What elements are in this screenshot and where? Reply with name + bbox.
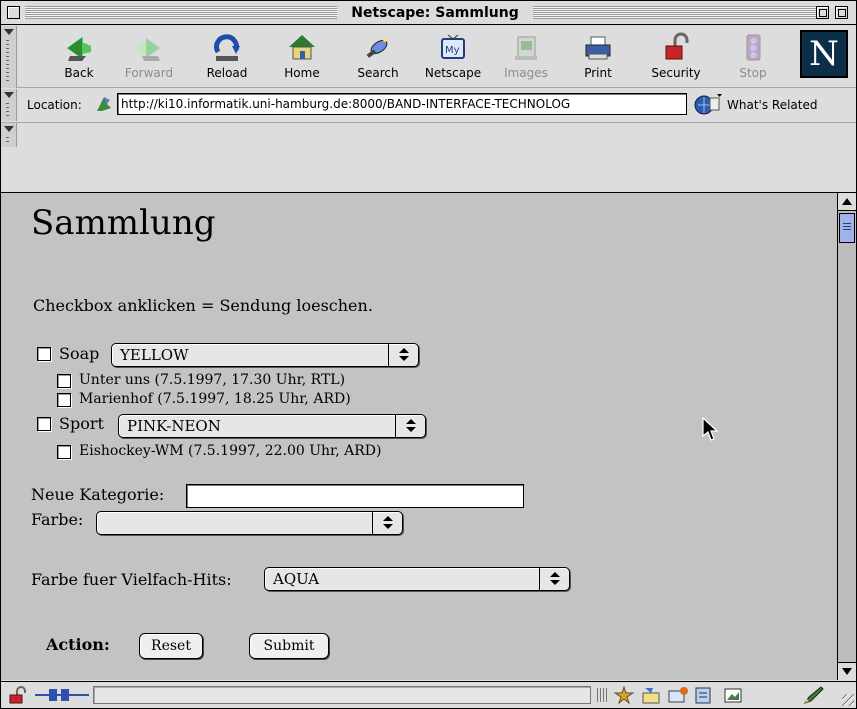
- navigation-toolbar: Back Forward Reload Home Search My Netsc…: [1, 26, 856, 88]
- color-label: Farbe:: [31, 510, 84, 529]
- editor-pen-icon[interactable]: [803, 685, 825, 705]
- back-button[interactable]: Back: [59, 30, 99, 86]
- search-button[interactable]: Search: [352, 30, 404, 86]
- select-arrows-icon: [539, 568, 569, 590]
- location-url-field[interactable]: http://ki10.informatik.uni-hamburg.de:80…: [117, 93, 687, 115]
- select-arrows-icon: [372, 512, 402, 534]
- stop-icon: [746, 34, 761, 61]
- item-checkbox-unter-uns[interactable]: [57, 374, 71, 388]
- new-category-input[interactable]: [186, 484, 524, 508]
- home-icon: [289, 35, 315, 60]
- item-label-eishockey: Eishockey-WM (7.5.1997, 22.00 Uhr, ARD): [79, 443, 382, 459]
- location-toolbar: Location: http://ki10.informatik.uni-ham…: [1, 89, 856, 121]
- mail-icon[interactable]: [641, 685, 663, 705]
- category-checkbox-sport[interactable]: [37, 417, 51, 431]
- scroll-thumb[interactable]: [839, 213, 855, 243]
- new-category-label: Neue Kategorie:: [31, 485, 165, 504]
- whats-related-icon[interactable]: [693, 93, 723, 117]
- item-checkbox-eishockey[interactable]: [57, 445, 71, 459]
- personal-collapse-tab[interactable]: [1, 123, 17, 147]
- back-arrow-icon: [67, 37, 91, 61]
- stop-button[interactable]: Stop: [735, 30, 771, 86]
- reset-button[interactable]: Reset: [139, 633, 203, 659]
- vertical-scrollbar[interactable]: [837, 192, 856, 680]
- toolbar-collapse-tab[interactable]: [1, 26, 17, 88]
- location-collapse-tab[interactable]: [1, 89, 17, 121]
- component-bar-grip[interactable]: [597, 688, 607, 702]
- personal-toolbar: [1, 122, 856, 147]
- svg-text:My: My: [445, 45, 460, 56]
- category-label-soap: Soap: [59, 344, 100, 363]
- netscape-my-icon: My: [441, 34, 465, 59]
- close-box[interactable]: [7, 6, 20, 19]
- images-icon: [515, 36, 537, 60]
- category-color-select-soap[interactable]: YELLOW: [111, 343, 419, 367]
- security-button[interactable]: Security: [645, 30, 707, 86]
- selected-color-sport: PINK-NEON: [127, 417, 221, 435]
- resize-grip[interactable]: [842, 694, 854, 706]
- security-lock-icon[interactable]: [7, 685, 29, 705]
- print-button[interactable]: Print: [579, 30, 617, 86]
- netscape-button[interactable]: My Netscape: [420, 30, 486, 86]
- item-label-marienhof: Marienhof (7.5.1997, 18.25 Uhr, ARD): [79, 391, 351, 407]
- category-checkbox-soap[interactable]: [37, 347, 51, 361]
- status-bar: [1, 681, 856, 708]
- printer-icon: [585, 36, 611, 60]
- page-content: Sammlung Checkbox anklicken = Sendung lo…: [1, 192, 837, 680]
- new-category-color-select[interactable]: [96, 511, 403, 535]
- address-book-icon[interactable]: [693, 685, 715, 705]
- item-label-unter-uns: Unter uns (7.5.1997, 17.30 Uhr, RTL): [79, 372, 346, 388]
- title-bar[interactable]: Netscape: Sammlung: [1, 1, 856, 25]
- page-title: Sammlung: [31, 203, 216, 243]
- submit-button[interactable]: Submit: [249, 633, 329, 659]
- scroll-down-arrow[interactable]: [838, 662, 856, 680]
- mouse-pointer-icon: [702, 417, 719, 441]
- home-button[interactable]: Home: [281, 30, 323, 86]
- composer-icon[interactable]: [723, 685, 745, 705]
- newsgroups-icon[interactable]: [667, 685, 689, 705]
- images-button[interactable]: Images: [502, 30, 550, 86]
- search-icon: [366, 38, 388, 58]
- netscape-logo[interactable]: N: [800, 30, 848, 78]
- category-label-sport: Sport: [59, 414, 104, 433]
- select-arrows-icon: [388, 344, 418, 366]
- reload-button[interactable]: Reload: [201, 30, 253, 86]
- toolbar-area: Back Forward Reload Home Search My Netsc…: [1, 26, 856, 147]
- browser-window: Netscape: Sammlung Back Forward Reload H…: [0, 0, 857, 709]
- scroll-up-arrow[interactable]: [838, 193, 856, 211]
- instruction-text: Checkbox anklicken = Sendung loeschen.: [33, 296, 373, 315]
- collapse-box[interactable]: [835, 6, 848, 19]
- select-arrows-icon: [395, 415, 425, 437]
- window-title: Netscape: Sammlung: [337, 3, 533, 23]
- online-connection-icon[interactable]: [35, 685, 89, 705]
- multi-hit-label: Farbe fuer Vielfach-Hits:: [31, 570, 232, 589]
- category-color-select-sport[interactable]: PINK-NEON: [118, 414, 426, 438]
- status-message-field: [93, 686, 591, 704]
- forward-button[interactable]: Forward: [120, 30, 178, 86]
- page-proxy-icon[interactable]: [94, 94, 114, 114]
- multi-hit-color-select[interactable]: AQUA: [264, 567, 570, 591]
- navigator-icon[interactable]: [613, 685, 635, 705]
- reload-icon: [214, 34, 240, 61]
- padlock-icon: [665, 32, 689, 60]
- selected-color-multi-hit: AQUA: [273, 570, 320, 588]
- zoom-box[interactable]: [816, 6, 829, 19]
- location-label: Location:: [27, 98, 82, 112]
- selected-color-soap: YELLOW: [120, 346, 189, 364]
- action-label: Action:: [46, 635, 110, 654]
- item-checkbox-marienhof[interactable]: [57, 393, 71, 407]
- whats-related-label[interactable]: What's Related: [727, 98, 817, 112]
- forward-arrow-icon: [137, 38, 160, 61]
